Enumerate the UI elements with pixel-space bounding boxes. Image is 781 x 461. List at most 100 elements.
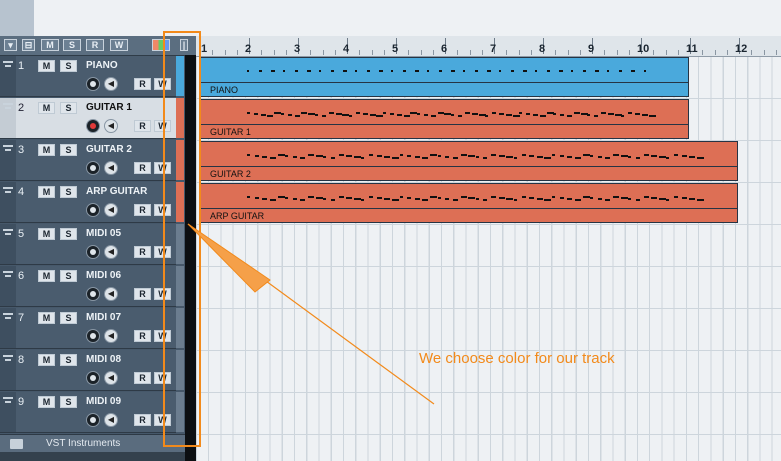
monitor-button[interactable]: ◀ [104,287,118,301]
solo-button[interactable]: S [60,102,77,114]
track-row[interactable]: 5 M S MIDI 05 ◀ R W [0,224,176,265]
track-name[interactable]: MIDI 06 [86,270,121,281]
record-enable-button[interactable] [86,245,100,259]
write-automation-button[interactable]: W [154,372,171,384]
record-enable-button[interactable] [86,161,100,175]
track-row[interactable]: 9 M S MIDI 09 ◀ R W [0,392,176,433]
track-color-strip[interactable] [176,266,184,306]
read-automation-button[interactable]: R [134,120,151,132]
track-name[interactable]: ARP GUITAR [86,186,147,197]
read-automation-button[interactable]: R [134,288,151,300]
track-name[interactable]: MIDI 08 [86,354,121,365]
collapse-icon[interactable]: ⊟ [22,39,35,51]
midi-part[interactable]: PIANO [200,57,689,97]
timeline-ruler[interactable]: 1 2 3 4 5 6 7 8 9 10 11 12 [196,36,781,57]
record-enable-button[interactable] [86,119,100,133]
record-enable-button[interactable] [86,77,100,91]
global-read-button[interactable]: R [86,39,104,51]
track-color-strip[interactable] [176,140,184,180]
solo-button[interactable]: S [60,228,77,240]
read-automation-button[interactable]: R [134,78,151,90]
write-automation-button[interactable]: W [154,414,171,426]
track-color-strip[interactable] [176,308,184,348]
read-automation-button[interactable]: R [134,204,151,216]
vst-instruments-folder[interactable]: VST Instruments [0,434,196,453]
monitor-button[interactable]: ◀ [104,413,118,427]
mute-button[interactable]: M [38,102,55,114]
global-mute-button[interactable]: M [41,39,59,51]
record-enable-button[interactable] [86,371,100,385]
mute-button[interactable]: M [38,60,55,72]
write-automation-button[interactable]: W [154,78,171,90]
write-automation-button[interactable]: W [154,120,171,132]
expand-icon[interactable]: ▾ [4,39,17,51]
monitor-button[interactable]: ◀ [104,203,118,217]
track-handle[interactable] [0,98,16,138]
write-automation-button[interactable]: W [154,288,171,300]
monitor-button[interactable]: ◀ [104,77,118,91]
track-row[interactable]: 2 M S GUITAR 1 ◀ R W [0,98,176,139]
track-row[interactable]: 1 M S PIANO ◀ R W [0,56,176,97]
solo-button[interactable]: S [60,270,77,282]
monitor-button[interactable]: ◀ [104,245,118,259]
monitor-button[interactable]: ◀ [104,371,118,385]
mute-button[interactable]: M [38,186,55,198]
track-row[interactable]: 3 M S GUITAR 2 ◀ R W [0,140,176,181]
track-handle[interactable] [0,182,16,222]
write-automation-button[interactable]: W [154,162,171,174]
track-row[interactable]: 8 M S MIDI 08 ◀ R W [0,350,176,391]
record-enable-button[interactable] [86,203,100,217]
monitor-button[interactable]: ◀ [104,329,118,343]
track-row[interactable]: 6 M S MIDI 06 ◀ R W [0,266,176,307]
midi-part[interactable]: GUITAR 2 [200,141,738,181]
monitor-button[interactable]: ◀ [104,161,118,175]
mute-button[interactable]: M [38,396,55,408]
mini-toggle-button[interactable]: | [180,39,188,51]
track-name[interactable]: PIANO [86,60,118,71]
global-solo-button[interactable]: S [63,39,81,51]
mute-button[interactable]: M [38,354,55,366]
track-name[interactable]: MIDI 09 [86,396,121,407]
track-handle[interactable] [0,350,16,390]
solo-button[interactable]: S [60,60,77,72]
track-handle[interactable] [0,224,16,264]
track-color-strip[interactable] [176,350,184,390]
mute-button[interactable]: M [38,270,55,282]
track-name[interactable]: GUITAR 2 [86,144,132,155]
track-row[interactable]: 7 M S MIDI 07 ◀ R W [0,308,176,349]
solo-button[interactable]: S [60,144,77,156]
read-automation-button[interactable]: R [134,162,151,174]
midi-part[interactable]: ARP GUITAR [200,183,738,223]
track-row[interactable]: 4 M S ARP GUITAR ◀ R W [0,182,176,223]
track-color-strip[interactable] [176,56,184,96]
midi-part[interactable]: GUITAR 1 [200,99,689,139]
track-name[interactable]: GUITAR 1 [86,102,132,113]
read-automation-button[interactable]: R [134,246,151,258]
monitor-button[interactable]: ◀ [104,119,118,133]
track-handle[interactable] [0,56,16,96]
read-automation-button[interactable]: R [134,330,151,342]
global-write-button[interactable]: W [110,39,128,51]
track-handle[interactable] [0,140,16,180]
track-color-strip[interactable] [176,98,184,138]
record-enable-button[interactable] [86,287,100,301]
solo-button[interactable]: S [60,312,77,324]
record-enable-button[interactable] [86,329,100,343]
mute-button[interactable]: M [38,144,55,156]
track-color-strip[interactable] [176,224,184,264]
track-handle[interactable] [0,308,16,348]
track-handle[interactable] [0,266,16,306]
track-color-button[interactable] [152,39,170,51]
read-automation-button[interactable]: R [134,414,151,426]
read-automation-button[interactable]: R [134,372,151,384]
solo-button[interactable]: S [60,354,77,366]
write-automation-button[interactable]: W [154,204,171,216]
mute-button[interactable]: M [38,312,55,324]
arrange-window[interactable]: PIANO GUITAR 1 GUITAR 2 ARP GUITAR [196,57,781,461]
solo-button[interactable]: S [60,396,77,408]
solo-button[interactable]: S [60,186,77,198]
mute-button[interactable]: M [38,228,55,240]
write-automation-button[interactable]: W [154,330,171,342]
track-handle[interactable] [0,392,16,432]
track-color-strip[interactable] [176,182,184,222]
